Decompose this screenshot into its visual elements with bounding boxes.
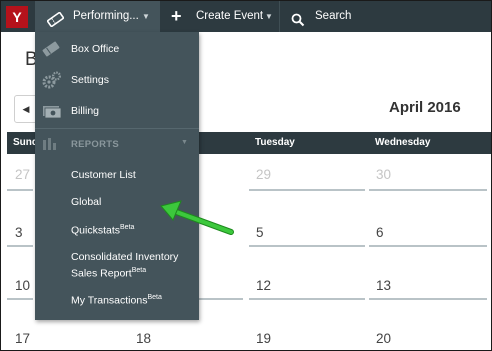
menu-item-label: Settings [71,74,109,86]
search-icon [291,9,305,40]
calendar-day[interactable]: 29 [256,167,271,182]
calendar-divider [7,189,33,191]
day-header-wednesday: Wednesday [375,137,431,148]
calendar-day[interactable]: 12 [256,278,271,293]
report-label-line1: Consolidated Inventory [71,251,179,263]
report-label: My TransactionsBeta [71,294,162,307]
calendar-divider [7,298,33,300]
calendar-divider [369,245,487,247]
calendar-day[interactable]: 10 [15,278,30,293]
plus-icon: + [171,6,182,26]
beta-badge: Beta [147,294,162,301]
day-header-tuesday: Tuesday [255,137,295,148]
search-button[interactable]: Search [279,1,491,32]
chevron-down-icon: ▼ [265,12,273,21]
calendar-divider [249,189,365,191]
menu-item-label: Box Office [71,43,120,55]
calendar-day[interactable]: 20 [376,331,391,346]
chevron-down-icon: ▼ [181,139,189,146]
calendar-day[interactable]: 5 [256,225,264,240]
calendar-day[interactable]: 6 [376,225,384,240]
brand-logo[interactable]: Y [6,6,28,28]
calendar-divider [369,298,487,300]
calendar-day[interactable]: 27 [15,167,30,182]
app-frame: Y Performing... ▼ + Create Event ▼ Searc… [0,0,492,351]
report-label: Global [71,196,102,208]
menu-item-label: Billing [71,105,100,117]
search-label: Search [315,10,352,22]
performing-dropdown-menu: Box Office Settings Billing REPORTS ▼ Cu… [35,32,199,320]
top-navbar: Y Performing... ▼ + Create Event ▼ Searc… [1,1,491,32]
calendar-day[interactable]: 30 [376,167,391,182]
ticket-icon [42,41,60,60]
report-label-line2: Sales ReportBeta [71,267,147,280]
performing-menu-button[interactable]: Performing... ▼ [35,1,160,32]
calendar-day[interactable]: 18 [136,331,151,346]
gears-icon [42,71,62,92]
calendar-day[interactable]: 13 [376,278,391,293]
bar-chart-icon [42,137,60,154]
beta-badge: Beta [120,224,135,231]
chevron-down-icon: ▼ [142,12,150,21]
calendar-day[interactable]: 19 [256,331,271,346]
calendar-divider [249,298,365,300]
calendar-day[interactable]: 17 [15,331,30,346]
menu-divider [35,128,199,129]
calendar-divider [249,245,365,247]
calendar-divider [369,189,487,191]
report-label: QuickstatsBeta [71,224,135,237]
annotation-arrow-icon [160,200,234,235]
chevron-left-icon: ◀ [22,104,30,114]
beta-badge: Beta [131,267,147,274]
create-event-button[interactable]: + Create Event ▼ [161,1,277,32]
month-label: April 2016 [389,99,461,116]
money-icon [42,103,62,122]
calendar-divider [7,245,33,247]
performing-menu-label: Performing... [73,10,139,22]
create-event-label: Create Event [196,10,264,22]
report-label: Customer List [71,169,136,181]
reports-header-label: REPORTS [71,139,120,150]
calendar-day[interactable]: 3 [15,225,23,240]
